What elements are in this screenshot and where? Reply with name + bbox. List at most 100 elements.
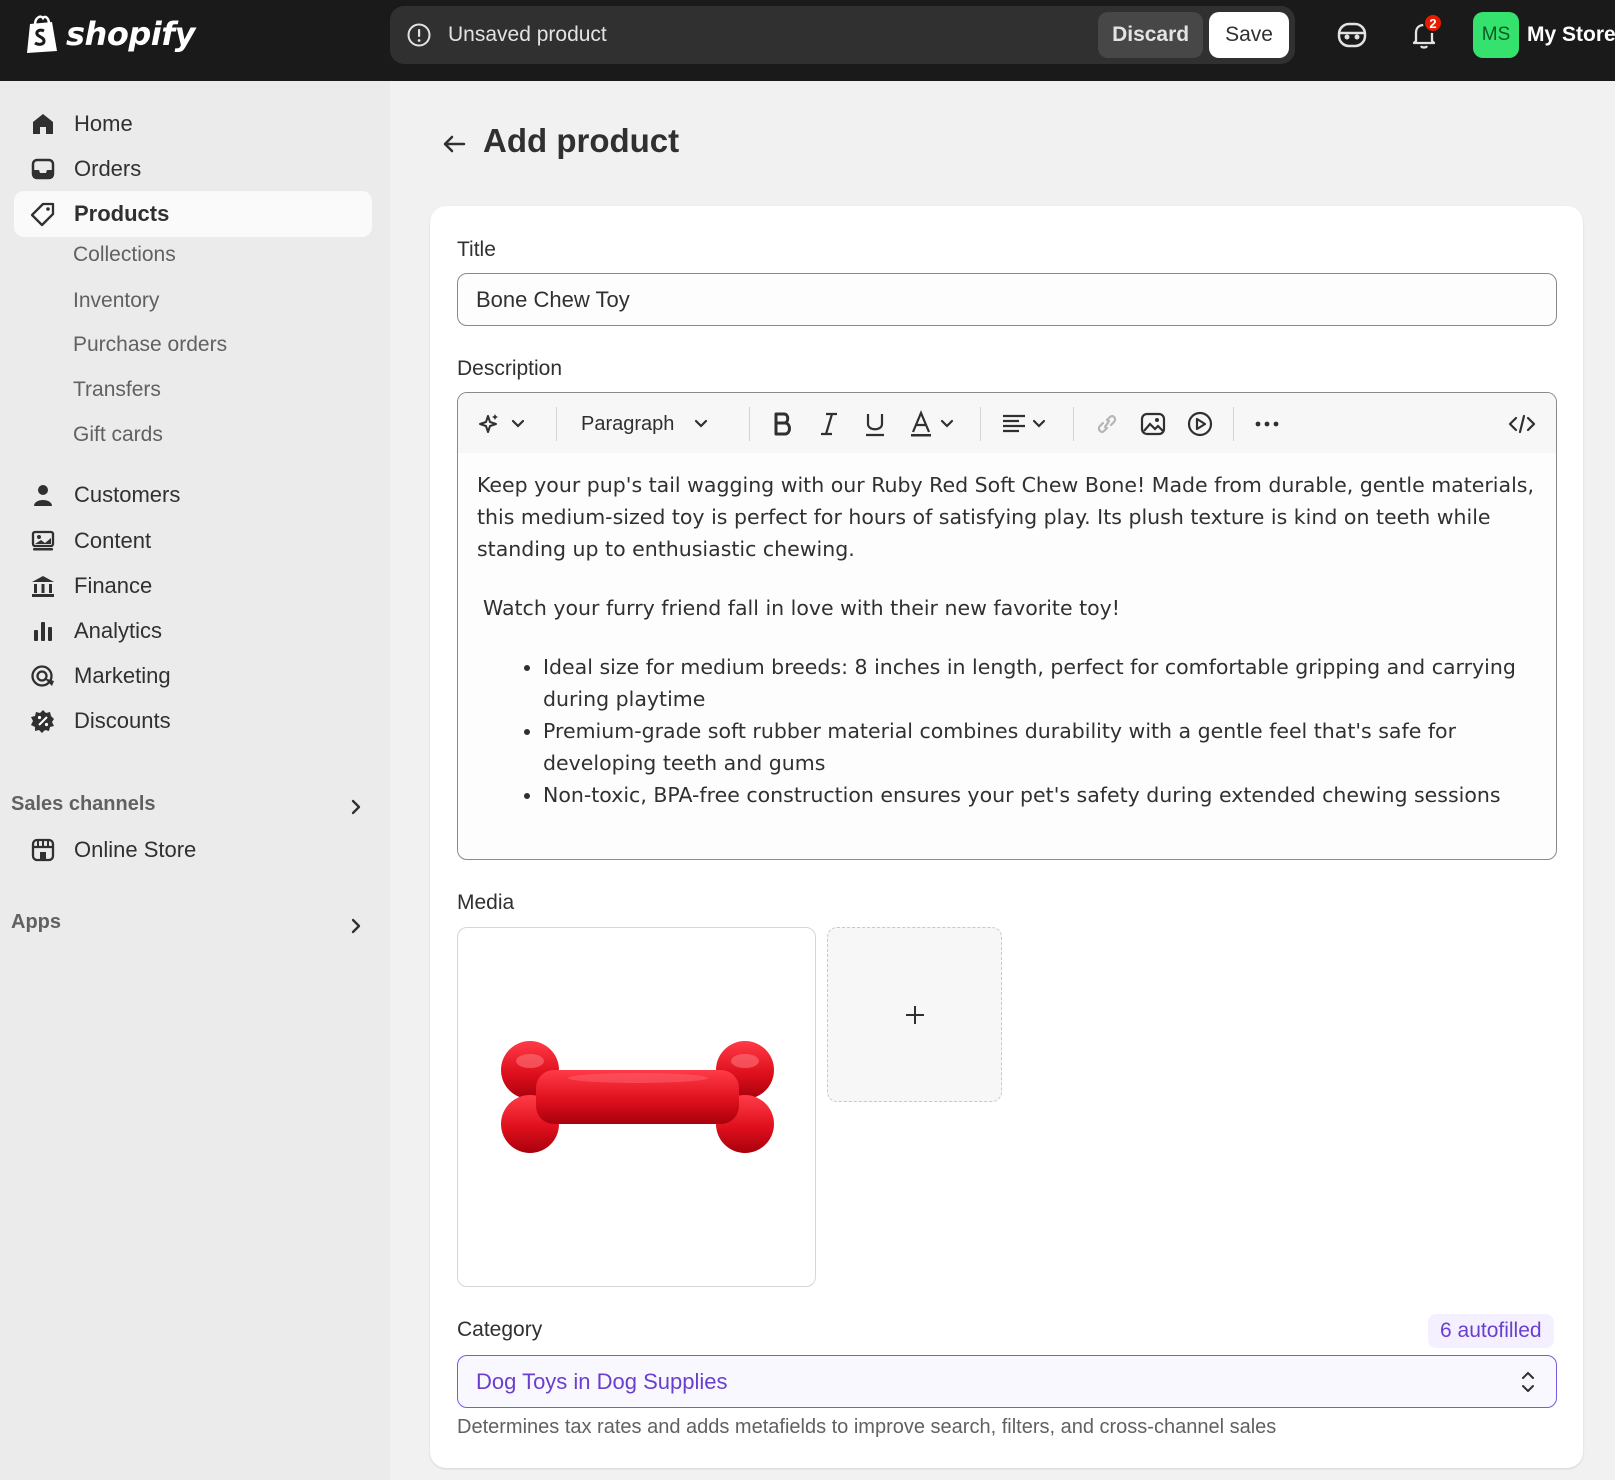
select-chevrons-icon xyxy=(1522,1371,1534,1392)
paragraph-label: Paragraph xyxy=(581,412,675,435)
align-left-icon xyxy=(1003,414,1046,433)
sidebar-subitem-transfers[interactable]: Transfers xyxy=(73,378,161,402)
shopify-logo[interactable]: shopify xyxy=(24,14,195,54)
align-dropdown[interactable] xyxy=(1001,410,1051,438)
media-label: Media xyxy=(457,891,515,914)
sidebar-item-label: Analytics xyxy=(74,618,163,643)
title-input[interactable]: Bone Chew Toy xyxy=(457,273,1557,326)
description-paragraph-2: Watch your furry friend fall in love wit… xyxy=(483,596,1121,620)
ai-magic-button[interactable] xyxy=(478,410,524,438)
plus-icon xyxy=(905,1005,924,1024)
unsaved-message: Unsaved product xyxy=(448,23,607,46)
link-icon xyxy=(1097,415,1117,433)
target-icon xyxy=(31,665,54,687)
sidebar-subitem-purchase-orders[interactable]: Purchase orders xyxy=(73,333,227,357)
text-color-button[interactable] xyxy=(909,410,959,438)
shopify-bag-icon xyxy=(27,15,57,53)
apps-title[interactable]: Apps xyxy=(11,911,61,934)
sidebar: Home Orders Products Collections Invento… xyxy=(0,81,390,1480)
store-name[interactable]: My Store xyxy=(1527,23,1615,47)
insert-image-button[interactable] xyxy=(1140,410,1166,438)
chevron-down-icon xyxy=(695,419,708,428)
sidebar-item-orders[interactable]: Orders xyxy=(14,146,372,192)
back-arrow-icon[interactable] xyxy=(440,130,468,158)
save-button[interactable]: Save xyxy=(1209,12,1289,58)
sidebar-item-marketing[interactable]: Marketing xyxy=(14,653,372,699)
page-title: Add product xyxy=(483,122,680,159)
sidebar-item-analytics[interactable]: Analytics xyxy=(14,608,372,654)
description-content[interactable]: Keep your pup's tail wagging with our Ru… xyxy=(477,469,1537,811)
sidebar-item-label: Home xyxy=(74,111,133,136)
title-label: Title xyxy=(457,238,496,261)
product-media-thumbnail[interactable] xyxy=(457,927,816,1287)
sidebar-item-finance[interactable]: Finance xyxy=(14,563,372,609)
description-bullet-list: Ideal size for medium breeds: 8 inches i… xyxy=(477,651,1537,811)
sales-channels-title[interactable]: Sales channels xyxy=(11,793,156,816)
chevron-right-icon[interactable] xyxy=(346,916,366,936)
chevron-right-icon[interactable] xyxy=(346,797,366,817)
add-media-button[interactable] xyxy=(827,927,1002,1102)
bank-icon xyxy=(32,576,54,597)
sidebar-item-label: Customers xyxy=(74,482,181,507)
avatar[interactable]: MS xyxy=(1473,12,1519,58)
sidebar-subitem-inventory[interactable]: Inventory xyxy=(73,289,159,313)
bar-chart-icon xyxy=(34,622,52,641)
shopify-wordmark: shopify xyxy=(66,15,195,53)
more-options-button[interactable] xyxy=(1253,410,1281,438)
list-item: Premium-grade soft rubber material combi… xyxy=(543,715,1537,779)
alert-circle-icon xyxy=(407,23,431,47)
category-label: Category xyxy=(457,1318,543,1341)
sidebar-item-discounts[interactable]: Discounts xyxy=(14,698,372,744)
italic-button[interactable] xyxy=(817,410,841,438)
description-paragraph-1: Keep your pup's tail wagging with our Ru… xyxy=(477,473,1534,561)
play-circle-icon xyxy=(1187,411,1213,437)
more-horizontal-icon xyxy=(1255,421,1279,427)
tag-icon xyxy=(30,202,55,227)
sidebar-item-customers[interactable]: Customers xyxy=(14,472,372,518)
orders-icon xyxy=(31,158,55,180)
italic-icon xyxy=(821,412,837,436)
autofilled-badge[interactable]: 6 autofilled xyxy=(1428,1314,1554,1348)
insert-video-button[interactable] xyxy=(1186,410,1214,438)
text-color-icon xyxy=(911,410,954,437)
list-item: Ideal size for medium breeds: 8 inches i… xyxy=(543,651,1537,715)
category-value: Dog Toys in Dog Supplies xyxy=(476,1368,728,1394)
category-helper-text: Determines tax rates and adds metafields… xyxy=(457,1416,1277,1438)
notification-count-badge: 2 xyxy=(1423,13,1443,33)
sidebar-item-content[interactable]: Content xyxy=(14,518,372,564)
discount-icon xyxy=(31,710,54,733)
sidebar-item-label: Products xyxy=(74,201,170,226)
sidebar-item-label: Finance xyxy=(74,573,153,598)
sidebar-item-online-store[interactable]: Online Store xyxy=(14,827,372,873)
underline-button[interactable] xyxy=(863,410,887,438)
store-icon xyxy=(31,838,55,862)
sidebar-item-label: Marketing xyxy=(74,663,171,688)
discard-button[interactable]: Discard xyxy=(1098,12,1204,58)
paragraph-dropdown[interactable]: Paragraph xyxy=(581,410,714,438)
sidebar-subitem-gift-cards[interactable]: Gift cards xyxy=(73,423,163,447)
editor-toolbar: Paragraph xyxy=(458,393,1556,453)
sidebar-item-label: Orders xyxy=(74,156,142,181)
description-editor[interactable]: Paragraph Keep your pup's tail wagging w… xyxy=(457,392,1557,860)
sidekick-icon[interactable] xyxy=(1335,18,1369,52)
link-button[interactable] xyxy=(1094,410,1120,438)
sidebar-item-home[interactable]: Home xyxy=(14,101,372,147)
top-bar: shopify Unsaved product Discard Save 2 M… xyxy=(0,0,1615,81)
bold-button[interactable] xyxy=(771,410,795,438)
sidebar-item-label: Online Store xyxy=(74,837,197,862)
category-select[interactable]: Dog Toys in Dog Supplies xyxy=(457,1355,1557,1408)
bold-icon xyxy=(774,412,791,436)
title-input-value: Bone Chew Toy xyxy=(476,286,630,312)
description-label: Description xyxy=(457,357,563,380)
code-icon xyxy=(1508,414,1536,434)
sidebar-item-label: Discounts xyxy=(74,708,171,733)
html-code-button[interactable] xyxy=(1508,410,1536,438)
list-item: Non-toxic, BPA-free construction ensures… xyxy=(543,779,1537,811)
sidebar-item-products[interactable]: Products xyxy=(14,191,372,237)
image-icon xyxy=(1140,412,1166,436)
contextual-save-bar: Unsaved product Discard Save xyxy=(390,6,1295,64)
content-icon xyxy=(31,530,55,551)
home-icon xyxy=(33,114,53,134)
sparkle-icon xyxy=(479,414,524,433)
sidebar-subitem-collections[interactable]: Collections xyxy=(73,243,176,267)
